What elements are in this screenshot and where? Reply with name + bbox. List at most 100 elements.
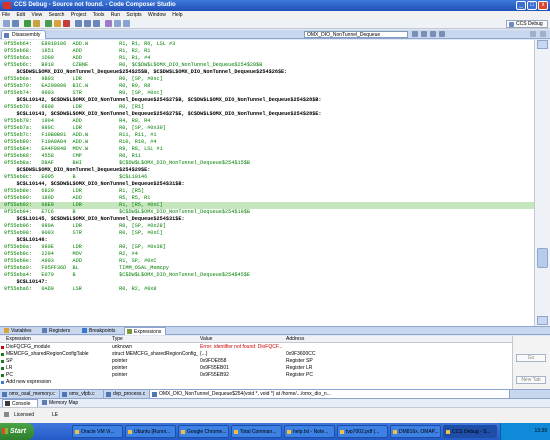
forward-icon[interactable] [123, 20, 130, 27]
editor-tab-active[interactable]: OMX_DIO_NonTunnel_Dequeue$254(void *, vo… [150, 390, 510, 398]
taskbar-item[interactable]: Google Chrome... [178, 425, 229, 438]
menu-tools[interactable]: Tools [93, 12, 105, 18]
go-icon[interactable] [412, 31, 418, 37]
start-button[interactable]: Start [0, 423, 34, 440]
disassembly-line[interactable]: 9f55eb8c: E005 B $C$L10146 [4, 174, 147, 181]
disassembly-line[interactable]: 9f55eb6e: 9B03 LDR R0, [SP, #0xc] [4, 76, 163, 83]
terminate-icon[interactable] [63, 20, 70, 27]
taskbar-item[interactable]: tvp7002.pdf (... [337, 425, 388, 438]
address-combo[interactable]: OMX_DIO_NonTunnel_Dequeue [304, 31, 408, 38]
disassembly-line[interactable]: 9f55eba6: 0AD0 LSR R0, R2, #0x8 [4, 286, 157, 293]
disassembly-line[interactable]: 9f55eb68: 1851 ADD R1, R2, R1 [4, 48, 150, 55]
editor-tab[interactable]: omx_vfpb.c [60, 390, 104, 398]
disassembly-line[interactable]: 9f55eb7c: F10B0B01 ADD.W R11, R11, #1 [4, 132, 157, 139]
scroll-down-icon[interactable] [537, 316, 548, 325]
column-expression[interactable]: Expression [6, 336, 31, 343]
add-expression-row[interactable]: Add new expression [0, 379, 512, 386]
expression-row[interactable]: PC pointer 0x9F55EB92 Register PC [0, 372, 512, 379]
debug-icon[interactable] [24, 20, 31, 27]
taskbar-item[interactable]: Ubuntu [Runni... [125, 425, 176, 438]
step-into-icon[interactable] [75, 20, 82, 27]
view-menu-icon[interactable] [439, 31, 445, 37]
tab-console[interactable]: Console [2, 399, 38, 407]
close-button[interactable]: x [538, 1, 548, 10]
menu-edit[interactable]: Edit [16, 12, 25, 18]
menu-help[interactable]: Help [172, 12, 182, 18]
menu-file[interactable]: File [2, 12, 10, 18]
expression-row[interactable]: DioFQCFG_module unknown Error: identifier … [0, 344, 512, 351]
taskbar-item[interactable]: DM816x, OMAP... [390, 425, 441, 438]
disassembly-label-line[interactable]: $C$L10142, $C$DW$L$OMX_DIO_NonTunnel_Deq… [4, 97, 321, 104]
editor-tab[interactable]: dvp_process.c [104, 390, 150, 398]
menu-run[interactable]: Run [111, 12, 120, 18]
step-over-icon[interactable] [84, 20, 91, 27]
column-value[interactable]: Value [200, 336, 212, 343]
disassembly-line[interactable]: 9f55eb78: 1904 ADD R4, R0, R4 [4, 118, 150, 125]
tab-breakpoints[interactable]: Breakpoints [80, 327, 122, 335]
taskbar-item[interactable]: help.txt - Note... [284, 425, 335, 438]
menu-search[interactable]: Search [49, 12, 65, 18]
search-icon[interactable] [105, 20, 112, 27]
disassembly-line[interactable]: 9f55eb96: 980A LDR R0, [SP, #0x28] [4, 223, 166, 230]
save-icon[interactable] [12, 20, 19, 27]
taskbar-item[interactable]: Oracle VM Vi... [72, 425, 123, 438]
taskbar-item-active[interactable]: CCS Debug - S... [443, 425, 497, 438]
disassembly-line[interactable]: 9f55eb70: EA200008 BIC.W R0, R0, R8 [4, 83, 150, 90]
build-icon[interactable] [33, 20, 40, 27]
disassembly-line[interactable]: 9f55eb6a: 1D09 ADD R1, R1, #4 [4, 55, 150, 62]
tab-disassembly[interactable]: Disassembly [1, 30, 46, 39]
disassembly-line[interactable]: 9f55eb9c: 2204 MOV R2, #4 [4, 251, 138, 258]
disassembly-line[interactable]: 9f55eb90: 180D ADD R5, R5, R1 [4, 195, 150, 202]
disassembly-line[interactable]: 9f55eba0: F05FF36D BL TIMM_OSAL_Memcpy [4, 265, 169, 272]
tab-variables[interactable]: Variables [2, 327, 38, 335]
go-button[interactable]: Go [516, 354, 546, 362]
maximize-button[interactable]: □ [527, 1, 537, 10]
disassembly-line[interactable]: 9f55eb94: E7C6 B $C$DW$L$OMX_DIO_NonTunn… [4, 209, 250, 216]
disassembly-label-line[interactable]: $C$L10146: [4, 237, 47, 244]
disassembly-line[interactable]: 9f55eb74: 9003 STR R0, [SP, #0xc] [4, 90, 163, 97]
disassembly-label-line[interactable]: $C$DW$L$OMX_DIO_NonTunnel_Dequeue$254$25… [4, 69, 287, 76]
expression-row[interactable]: MEMCFG_sharedRegionConfigTable struct MEM… [0, 351, 512, 358]
disassembly-line[interactable]: 9f55eb80: F10A0A04 ADD.W R10, R10, #4 [4, 139, 157, 146]
refresh-icon[interactable] [430, 31, 436, 37]
menu-scripts[interactable]: Scripts [126, 12, 141, 18]
link-icon[interactable] [421, 31, 427, 37]
minimize-view-icon[interactable] [530, 31, 536, 37]
disassembly-line[interactable]: 9f55eb6c: B918 CZBNE R0, $C$DW$L$OMX_DIO… [4, 62, 262, 69]
disassembly-label-line[interactable]: $C$L10143, $C$DW$L$OMX_DIO_NonTunnel_Deq… [4, 111, 321, 118]
tab-memory-map[interactable]: Memory Map [40, 399, 84, 407]
disassembly-label-line[interactable]: $C$L10145, $C$DW$L$OMX_DIO_NonTunnel_Deq… [4, 216, 184, 223]
taskbar-item[interactable]: Total Comman... [231, 425, 282, 438]
editor-tab[interactable]: omx_osal_memory.c [0, 390, 60, 398]
expression-row[interactable]: LR pointer 0x9F55EB01 Register LR [0, 365, 512, 372]
back-icon[interactable] [114, 20, 121, 27]
new-icon[interactable] [3, 20, 10, 27]
disassembly-line[interactable]: 9f55eb98: 9003 STR R0, [SP, #0xC] [4, 230, 163, 237]
tab-registers[interactable]: Registers [40, 327, 78, 335]
disassembly-line[interactable]: 9f55eb8e: 6829 LDR R1, [R5] [4, 188, 144, 195]
disassembly-line[interactable]: 9f55eb88: 4558 CMP R0, R11 [4, 153, 141, 160]
disassembly-line[interactable]: 9f55eba4: E070 B $C$DW$L$OMX_DIO_NonTunn… [4, 272, 250, 279]
scroll-thumb[interactable] [537, 248, 548, 268]
disassembly-line[interactable]: 9f55eb84: EA4F0848 MOV.W R8, R8, LSL #1 [4, 146, 163, 153]
scroll-up-icon[interactable] [537, 40, 548, 49]
tab-expressions[interactable]: Expressions [124, 327, 166, 335]
disassembly-label-line[interactable]: $C$L10144, $C$DW$L$OMX_DIO_NonTunnel_Deq… [4, 181, 184, 188]
disassembly-scrollbar[interactable] [534, 40, 550, 326]
disassembly-line[interactable]: 9f55eb9a: 980E LDR R0, [SP, #0x38] [4, 244, 166, 251]
minimize-button[interactable]: _ [516, 1, 526, 10]
resume-icon[interactable] [45, 20, 52, 27]
perspective-button[interactable]: CCS Debug [506, 20, 548, 28]
disassembly-line[interactable]: 9f55eb9e: A903 ADD R1, SP, #0xC [4, 258, 157, 265]
disassembly-current-line[interactable]: 9f55eb92: 68E9 LDR R1, [R5, #0xC] [0, 202, 534, 209]
step-return-icon[interactable] [93, 20, 100, 27]
menu-project[interactable]: Project [71, 12, 87, 18]
menu-window[interactable]: Window [148, 12, 166, 18]
disassembly-line[interactable]: 9f55eb64: E8010106 ADD.W R1, R1, R6, LSL… [4, 41, 175, 48]
menu-view[interactable]: View [31, 12, 42, 18]
new-tab-button[interactable]: New Tab [516, 376, 546, 384]
expression-row[interactable]: SP pointer 0x9FDE858 Register SP [0, 358, 512, 365]
column-address[interactable]: Address [286, 336, 304, 343]
column-type[interactable]: Type [112, 336, 123, 343]
disassembly-label-line[interactable]: $C$L10147: [4, 279, 47, 286]
